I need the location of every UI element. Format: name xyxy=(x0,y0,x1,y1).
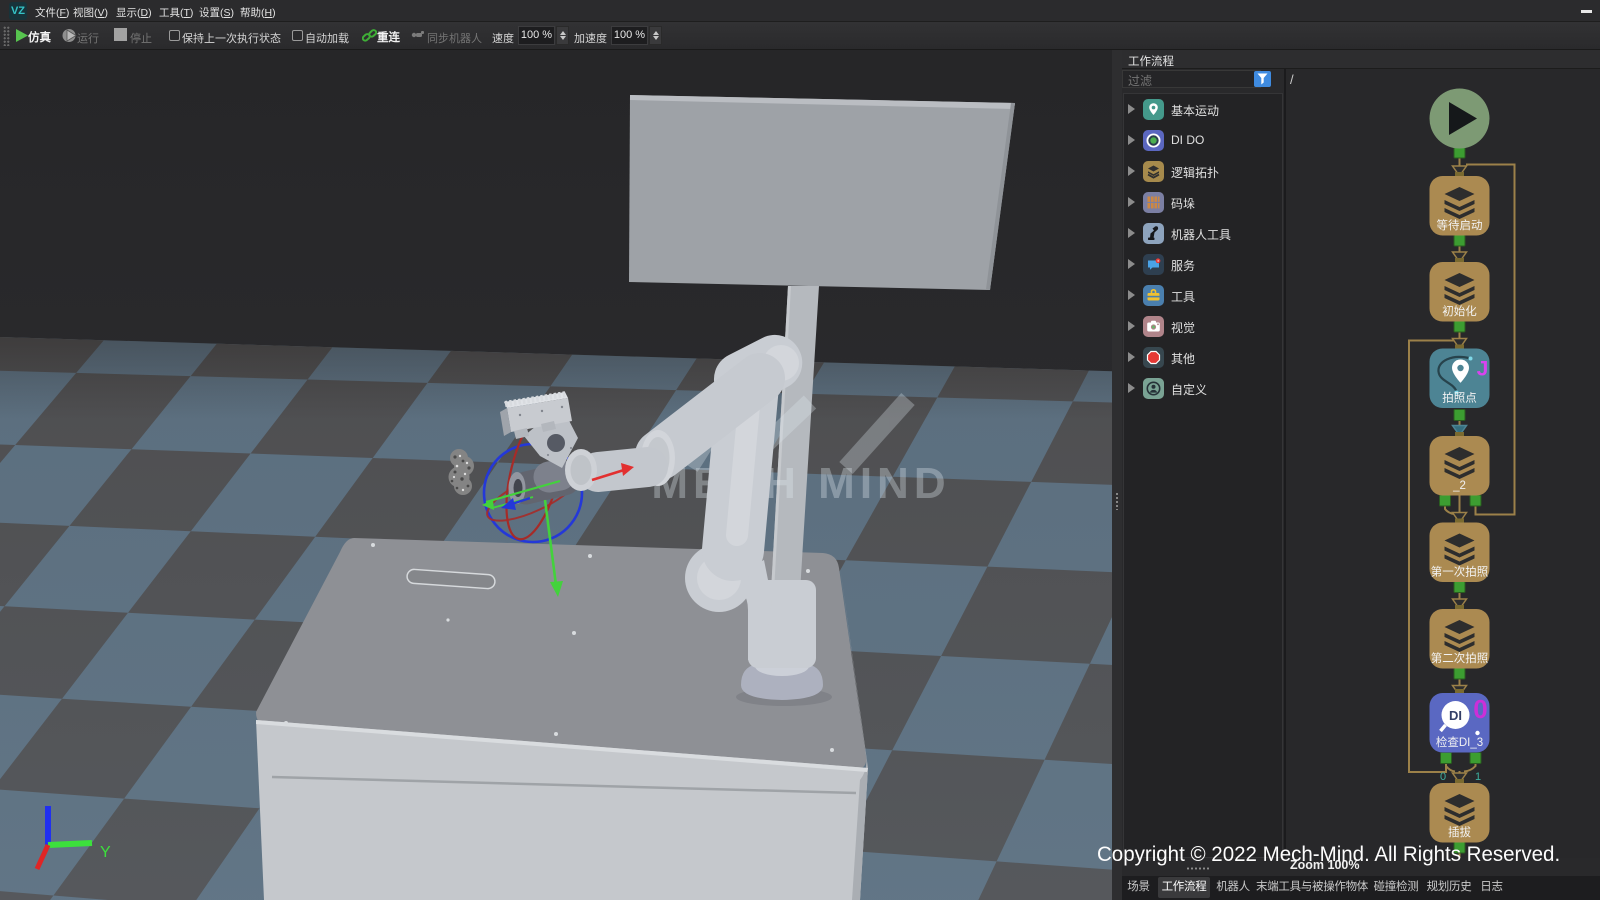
svg-text:J: J xyxy=(1477,358,1489,381)
svg-text:检查DI_3: 检查DI_3 xyxy=(1436,735,1483,749)
svg-text:1: 1 xyxy=(1475,771,1481,783)
svg-text:0: 0 xyxy=(1440,771,1446,783)
svg-text:0: 0 xyxy=(1473,694,1487,724)
svg-text:初始化: 初始化 xyxy=(1442,304,1477,318)
svg-text:插拔: 插拔 xyxy=(1448,825,1471,839)
svg-text:第二次拍照: 第二次拍照 xyxy=(1431,651,1489,665)
svg-text:_2: _2 xyxy=(1452,480,1466,492)
svg-text:拍照点: 拍照点 xyxy=(1442,391,1477,405)
svg-text:Y: Y xyxy=(100,844,111,861)
svg-text:DI: DI xyxy=(1449,708,1462,723)
svg-text:第一次拍照: 第一次拍照 xyxy=(1431,565,1489,579)
svg-text:MECH MIND: MECH MIND xyxy=(651,459,950,508)
svg-text:等待启动: 等待启动 xyxy=(1437,218,1483,232)
